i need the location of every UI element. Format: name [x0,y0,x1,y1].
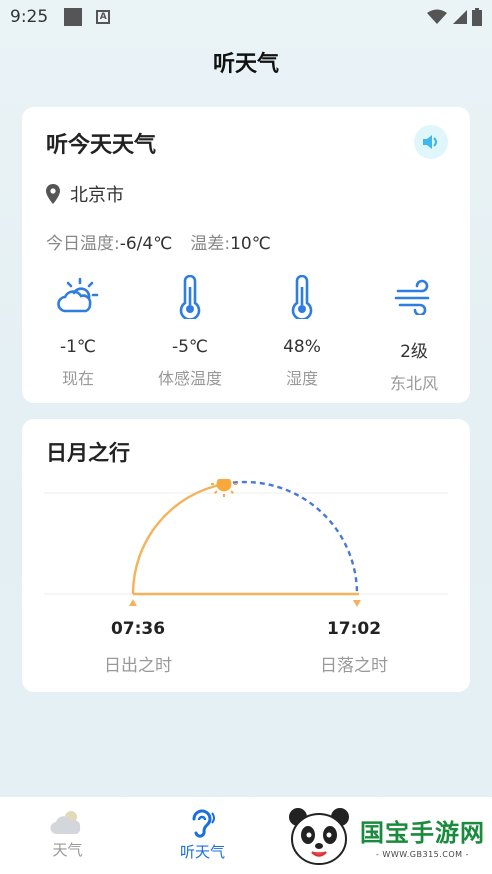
sunrise-marker [129,599,137,606]
weather-metrics: -1℃ 现在 -5℃ 体感温度 48% 湿度 2级 东北风 [22,275,470,394]
tab-label: 天气 [52,841,83,859]
metric-value: -1℃ [59,337,97,357]
ear-icon [192,809,215,838]
sun-arc-traveled [131,482,225,595]
watermark-text: 国宝手游网 - WWW.GB315.COM - [360,813,485,859]
temp-diff-value: 10℃ [230,234,271,254]
status-time: 9:25 [10,7,49,27]
sun-arc-remaining [223,480,359,595]
sun-disc [216,479,232,492]
metric-wind: 2级 东北风 [358,275,470,394]
tab-label: 听天气 [179,843,225,861]
notification-square-icon [64,8,83,26]
thermometer-icon [280,275,324,319]
temperature-summary: 今日温度:-6/4℃ 温差:10℃ [46,229,271,254]
wind-icon [392,275,436,319]
watermark: 国宝手游网 - WWW.GB315.COM - [286,798,492,874]
sunrise-label: 日出之时 [104,656,172,676]
sun-card-title: 日月之行 [46,441,130,465]
metric-current: -1℃ 现在 [22,275,134,394]
signal-icon [453,10,467,24]
metric-label: 东北风 [389,374,438,393]
sun-path-card: 日月之行 07:36 日出之时 17:02 日落之时 [22,419,470,692]
panda-logo-icon [289,808,349,865]
wifi-icon [427,9,447,24]
today-weather-card: 听今天天气 北京市 今日温度:-6/4℃ 温差:10℃ -1℃ 现在 -5℃ 体… [22,107,470,403]
metric-humidity: 48% 湿度 [246,275,358,394]
location-pin-icon [46,184,60,204]
metric-label: 现在 [61,369,94,388]
sunset-time: 17:02 [326,619,382,639]
metric-value: 48% [283,337,321,357]
sunset-label: 日落之时 [320,656,388,676]
metric-feels-like: -5℃ 体感温度 [134,275,246,394]
metric-value: 2级 [400,342,428,362]
weather-cloud-icon [49,811,80,835]
tab-weather[interactable]: 天气 [0,797,135,874]
thermometer-icon [168,275,212,319]
temp-range-value: -6/4℃ [119,234,173,254]
speaker-icon [423,135,437,149]
temp-range-label: 今日温度: [46,234,120,254]
cloud-sun-icon [56,275,100,319]
sun-path-diagram [44,479,448,607]
page-title: 听天气 [212,52,279,77]
location-name: 北京市 [70,185,124,206]
weather-card-title: 听今天天气 [46,133,157,158]
speak-button[interactable] [414,125,448,159]
metric-label: 体感温度 [157,369,222,388]
tab-listen-weather[interactable]: 听天气 [135,797,270,874]
notification-a-icon: A [96,10,111,24]
status-bar: 9:25 A [0,0,492,34]
metric-value: -5℃ [171,337,209,357]
battery-icon [472,8,482,26]
status-indicators [426,8,482,26]
metric-label: 湿度 [285,369,318,388]
temp-diff-label: 温差: [190,234,231,254]
sunset-marker [353,600,361,607]
sunrise-time: 07:36 [110,619,166,639]
location-row: 北京市 [46,181,124,207]
watermark-url: - WWW.GB315.COM - [376,850,469,859]
watermark-title: 国宝手游网 [360,819,485,847]
